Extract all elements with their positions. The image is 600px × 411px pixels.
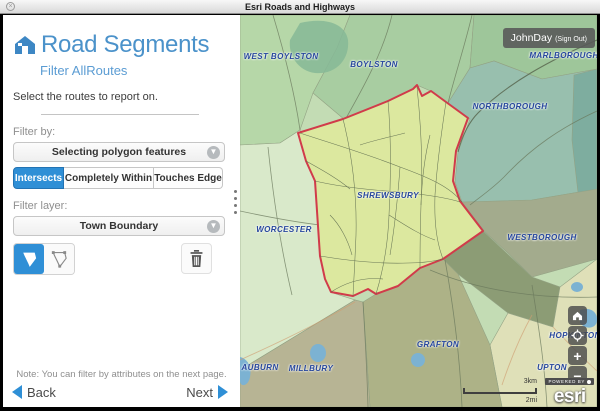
panel-header: Road Segments <box>13 31 230 59</box>
user-name: JohnDay <box>511 28 552 48</box>
delete-selection-button[interactable] <box>181 243 212 274</box>
scale-bar: 3km 2mi <box>463 388 537 394</box>
user-signout-button[interactable]: JohnDay (Sign Out) <box>503 28 595 48</box>
app-window: × Esri Roads and Highways Road Segments … <box>0 0 600 411</box>
note-text: Note: You can filter by attributes on th… <box>3 369 240 380</box>
selection-tools <box>13 243 230 275</box>
town-label: MARLBOROUGH <box>529 51 597 60</box>
home-icon <box>572 311 583 321</box>
back-label: Back <box>27 385 56 400</box>
town-label: WEST BOYLSTON <box>244 52 319 61</box>
filter-by-dropdown[interactable]: Selecting polygon features ▼ <box>13 142 225 162</box>
filter-by-label: Filter by: <box>13 126 230 138</box>
next-label: Next <box>186 385 213 400</box>
trash-icon <box>188 249 205 268</box>
page-subtitle: Filter AllRoutes <box>40 63 230 78</box>
mode-intersects-button[interactable]: Intersects <box>13 167 64 189</box>
filter-layer-dropdown[interactable]: Town Boundary ▼ <box>13 216 225 236</box>
town-label: NORTHBOROUGH <box>473 102 548 111</box>
divider <box>41 114 199 115</box>
town-label: MILLBURY <box>289 364 333 373</box>
chevron-down-icon: ▼ <box>207 146 220 159</box>
filter-by-value: Selecting polygon features <box>52 146 186 158</box>
page-title: Road Segments <box>41 31 209 59</box>
scale-km-label: 3km <box>524 378 537 385</box>
next-arrow-icon <box>218 385 228 399</box>
chevron-down-icon: ▼ <box>207 220 220 233</box>
select-polygon-outline-button[interactable] <box>44 244 74 274</box>
next-button[interactable]: Next <box>186 385 228 400</box>
polygon-tool-group <box>13 243 75 275</box>
panel-drag-handle[interactable] <box>234 190 237 214</box>
map-canvas[interactable]: WEST BOYLSTON BOYLSTON MARLBOROUGH NORTH… <box>240 15 597 407</box>
select-polygon-icon <box>19 249 39 269</box>
esri-globe-icon <box>587 380 591 384</box>
mode-touches-edge-button[interactable]: Touches Edge <box>154 167 223 189</box>
sign-out-label: (Sign Out) <box>555 36 587 43</box>
powered-by-badge: POWERED BY <box>545 378 594 385</box>
town-label: AUBURN <box>241 363 278 372</box>
town-label-selected: SHREWSBURY <box>357 191 419 200</box>
home-icon <box>13 34 37 56</box>
content-area: Road Segments Filter AllRoutes Select th… <box>3 15 597 407</box>
filter-layer-value: Town Boundary <box>80 220 159 232</box>
select-polygon-button[interactable] <box>14 244 44 274</box>
town-label: WESTBOROUGH <box>507 233 576 242</box>
esri-logo: POWERED BY esri <box>545 370 594 404</box>
filter-layer-label: Filter layer: <box>13 200 230 212</box>
scale-mi-label: 2mi <box>526 397 537 404</box>
locate-icon <box>571 329 584 342</box>
town-label: GRAFTON <box>417 340 459 349</box>
esri-brand-text: esri <box>545 389 594 404</box>
filter-panel: Road Segments Filter AllRoutes Select th… <box>3 15 240 407</box>
back-button[interactable]: Back <box>12 385 56 400</box>
spatial-mode-group: Intersects Completely Within Touches Edg… <box>13 167 223 189</box>
close-icon[interactable]: × <box>6 2 15 11</box>
zoom-in-button[interactable]: + <box>568 346 587 365</box>
title-bar: × Esri Roads and Highways <box>0 0 600 14</box>
back-arrow-icon <box>12 385 22 399</box>
home-extent-button[interactable] <box>568 306 587 325</box>
window-title: Esri Roads and Highways <box>245 2 355 12</box>
select-polygon-outline-icon <box>49 249 69 269</box>
locate-button[interactable] <box>568 326 587 345</box>
town-label: WORCESTER <box>256 225 312 234</box>
wizard-nav: Back Next <box>12 383 228 401</box>
town-label: BOYLSTON <box>350 60 398 69</box>
instruction-text: Select the routes to report on. <box>13 91 230 103</box>
mode-completely-within-button[interactable]: Completely Within <box>64 167 154 189</box>
